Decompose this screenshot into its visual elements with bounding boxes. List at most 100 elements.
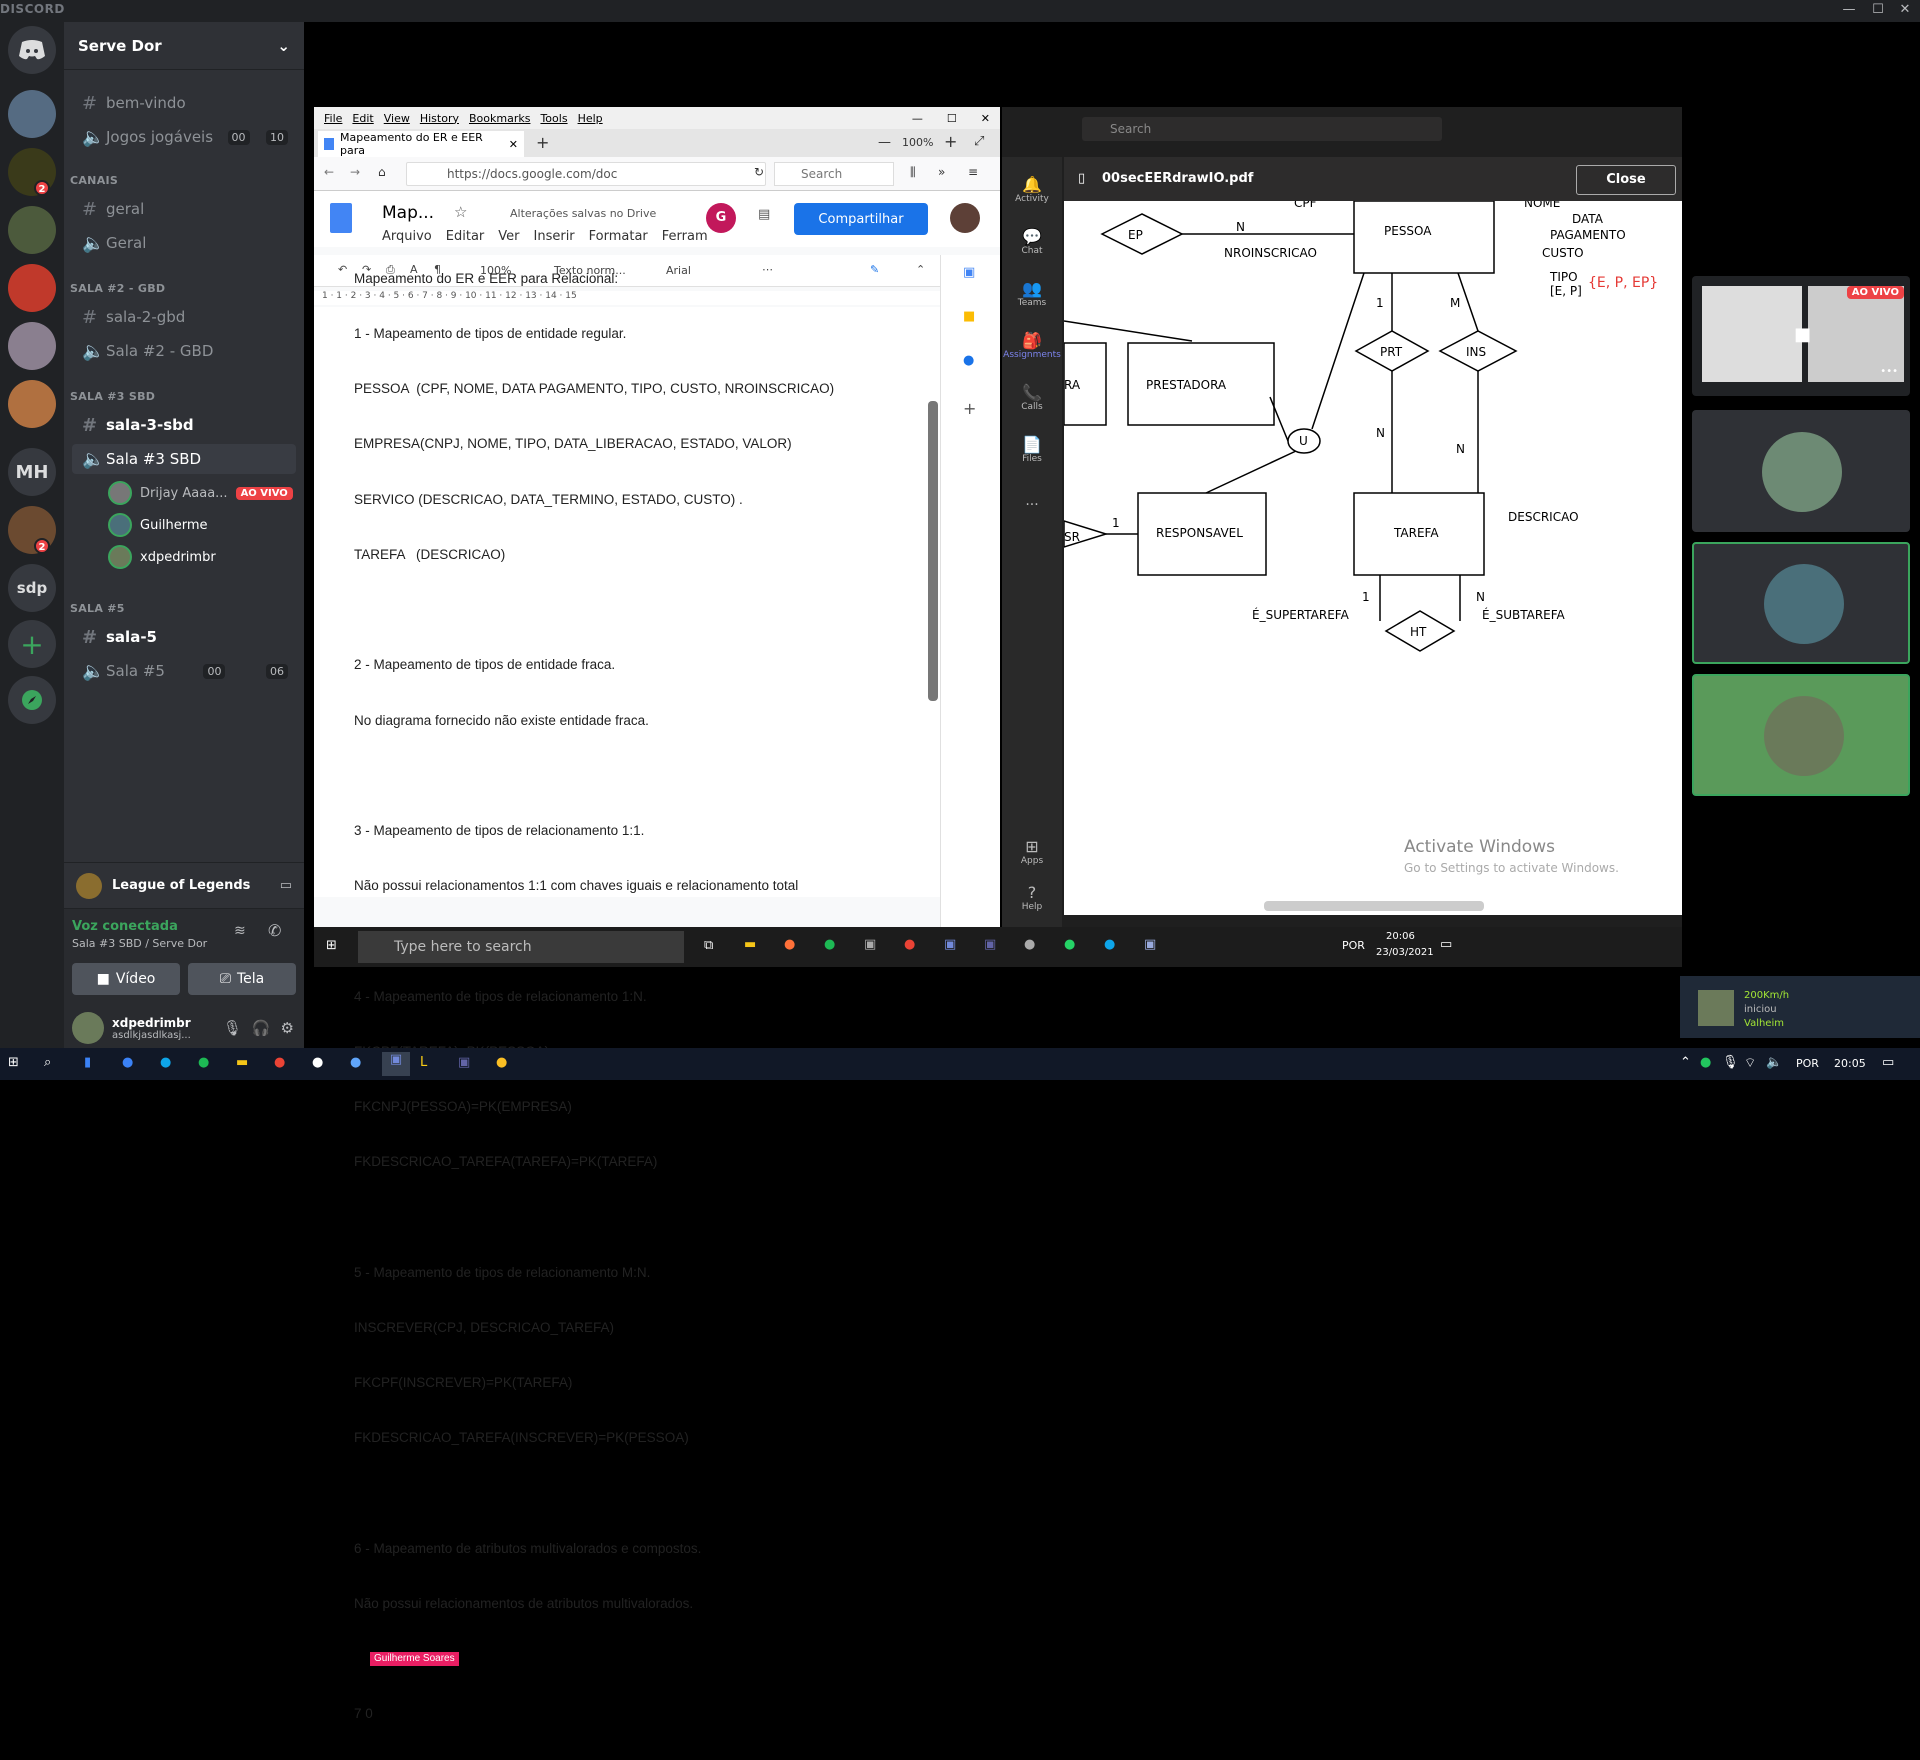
pdf-hscrollbar[interactable] [1264,901,1484,911]
doc-title[interactable]: Map... [382,203,434,223]
clock-date[interactable]: 23/03/2021 [1376,947,1434,958]
hamburger-menu-icon[interactable]: ≡ [968,165,978,179]
language-indicator[interactable]: POR [1342,939,1365,952]
tray-chevron-icon[interactable]: ⌃ [1680,1055,1691,1070]
volume-icon[interactable]: 🔈 [1766,1055,1782,1070]
server-avatar-3[interactable] [8,206,56,254]
tab-gdocs[interactable]: Mapeamento do ER e EER para ✕ [318,131,524,157]
star-icon[interactable]: ☆ [454,203,467,221]
firefox-icon[interactable]: ● [784,937,795,952]
docs-logo-icon[interactable] [330,203,352,233]
explore-compass-icon[interactable] [8,676,56,724]
chat-tab[interactable]: 💬 Chat [1002,227,1062,256]
app-icon[interactable]: ● [350,1055,361,1070]
category-sala5[interactable]: SALA #5 [70,602,125,615]
server-avatar-1[interactable] [8,90,56,138]
close-tab-icon[interactable]: ✕ [509,138,518,151]
minimize-button[interactable]: — [1838,2,1860,17]
saved-status[interactable]: Alterações salvas no Drive [510,207,656,220]
new-tab-icon[interactable]: + [536,133,549,152]
participant-tile[interactable] [1692,410,1910,532]
category-canais[interactable]: CANAIS [70,174,118,187]
doc-scrollbar[interactable] [928,401,938,701]
avatar[interactable] [72,1012,104,1044]
edge-icon[interactable]: ● [160,1055,171,1070]
comments-icon[interactable]: ▤ [758,207,770,222]
activity-notification[interactable]: 200Km/h iniciou Valheim [1680,976,1920,1038]
app-icon[interactable]: ▮ [84,1055,91,1070]
language-indicator[interactable]: POR [1796,1057,1819,1070]
close-pdf-button[interactable]: Close [1576,165,1676,195]
server-sdp[interactable]: sdp [8,564,56,612]
app-icon[interactable]: ▣ [1144,937,1156,952]
collapse-icon[interactable]: ⌃ [916,263,925,276]
mic-icon[interactable]: 🎙 [1722,1055,1739,1070]
channel-sala3-voice[interactable]: 🔈 Sala #3 SBD [72,444,296,474]
menu-history[interactable]: History [420,112,459,125]
channel-sala-2-gbd[interactable]: # sala-2-gbd [72,302,296,332]
participant-tile-speaking[interactable] [1692,542,1910,664]
notification-icon[interactable]: ▭ [1440,937,1452,952]
fullscreen-icon[interactable]: ⤢ [974,134,984,149]
zoom-in-icon[interactable]: + [944,132,957,151]
notification-icon[interactable]: ▭ [1882,1055,1894,1070]
voice-user-xdpedrimbr[interactable]: xdpedrimbr [108,544,216,570]
search-icon[interactable]: ⌕ [44,1055,51,1070]
share-button[interactable]: Compartilhar [794,203,928,235]
channel-sala2-voice[interactable]: 🔈 Sala #2 - GBD [72,336,296,366]
discord-icon[interactable]: ▣ [382,1052,410,1076]
channel-jogos[interactable]: 🔈 Jogos jogáveis 00 10 [72,122,296,152]
add-addon-icon[interactable]: + [963,399,976,418]
menu-help[interactable]: Help [578,112,603,125]
teams-tab[interactable]: 👥 Teams [1002,279,1062,308]
teams-icon[interactable]: ▣ [458,1055,470,1070]
assignments-tab[interactable]: 🎒 Assignments [1002,331,1062,360]
home-discord-icon[interactable] [8,26,56,74]
close-icon[interactable]: ✕ [981,112,990,125]
undo-icon[interactable]: ↶ [338,263,347,276]
channel-geral[interactable]: # geral [72,194,296,224]
voice-user-drijay[interactable]: Drijay Aaaa... AO VIVO [108,480,293,506]
apps-tab[interactable]: ⊞ Apps [1002,837,1062,866]
participant-tile-speaking[interactable] [1692,674,1910,796]
mic-icon[interactable]: 🎙 [223,1019,242,1037]
chrome-icon[interactable]: ● [904,937,915,952]
activity-tab[interactable]: 🔔 Activity [1002,175,1062,204]
back-icon[interactable]: ← [324,165,334,179]
menu-edit[interactable]: Edit [352,112,373,125]
whatsapp-icon[interactable]: ● [1064,937,1075,952]
pdf-viewer[interactable]: EP PESSOA PRESTADORA RA RESPONSAVEL TARE… [1064,201,1682,915]
server-doll[interactable] [8,264,56,312]
video-button[interactable]: ■ Vídeo [72,963,180,995]
chrome-icon[interactable]: ● [274,1055,285,1070]
channel-bem-vindo[interactable]: # bem-vindo [72,88,296,118]
calls-tab[interactable]: 📞 Calls [1002,383,1062,412]
channel-sala5-voice[interactable]: 🔈 Sala #5 00 06 [72,656,296,686]
taskbar-search[interactable]: Type here to search [358,931,684,963]
zoom-level[interactable]: 100% [902,136,933,149]
category-sala3[interactable]: SALA #3 SBD [70,390,155,403]
file-explorer-icon[interactable]: ▬ [744,937,756,952]
search-input[interactable]: Search [774,162,894,186]
discord-icon[interactable]: ▣ [944,937,956,952]
menu-tools[interactable]: Tools [540,112,567,125]
gear-icon[interactable]: ⚙ [281,1019,294,1037]
disconnect-call-icon[interactable]: ✆ [268,921,281,940]
maximize-button[interactable]: ☐ [1867,2,1889,17]
minimize-icon[interactable]: — [912,112,923,125]
channel-sala-5[interactable]: # sala-5 [72,622,296,652]
headphones-icon[interactable]: 🎧 [252,1019,271,1037]
app-icon[interactable]: ▣ [864,937,876,952]
document-body[interactable]: Mapeamento do ER e EER para Relacional: … [354,233,874,1760]
keep-icon[interactable]: ■ [963,309,975,324]
league-icon[interactable]: L [420,1055,427,1070]
steam-icon[interactable]: ● [312,1055,323,1070]
overflow-icon[interactable]: » [938,165,945,179]
task-view-icon[interactable]: ⧉ [704,938,713,953]
spotify-icon[interactable]: ● [824,937,835,952]
noise-suppression-icon[interactable]: ≋ [234,923,246,939]
calendar-icon[interactable]: ▣ [963,265,975,280]
home-icon[interactable]: ⌂ [378,165,386,179]
tray-app-icon[interactable]: ● [1700,1055,1711,1070]
teams-search-input[interactable]: Search [1082,117,1442,141]
